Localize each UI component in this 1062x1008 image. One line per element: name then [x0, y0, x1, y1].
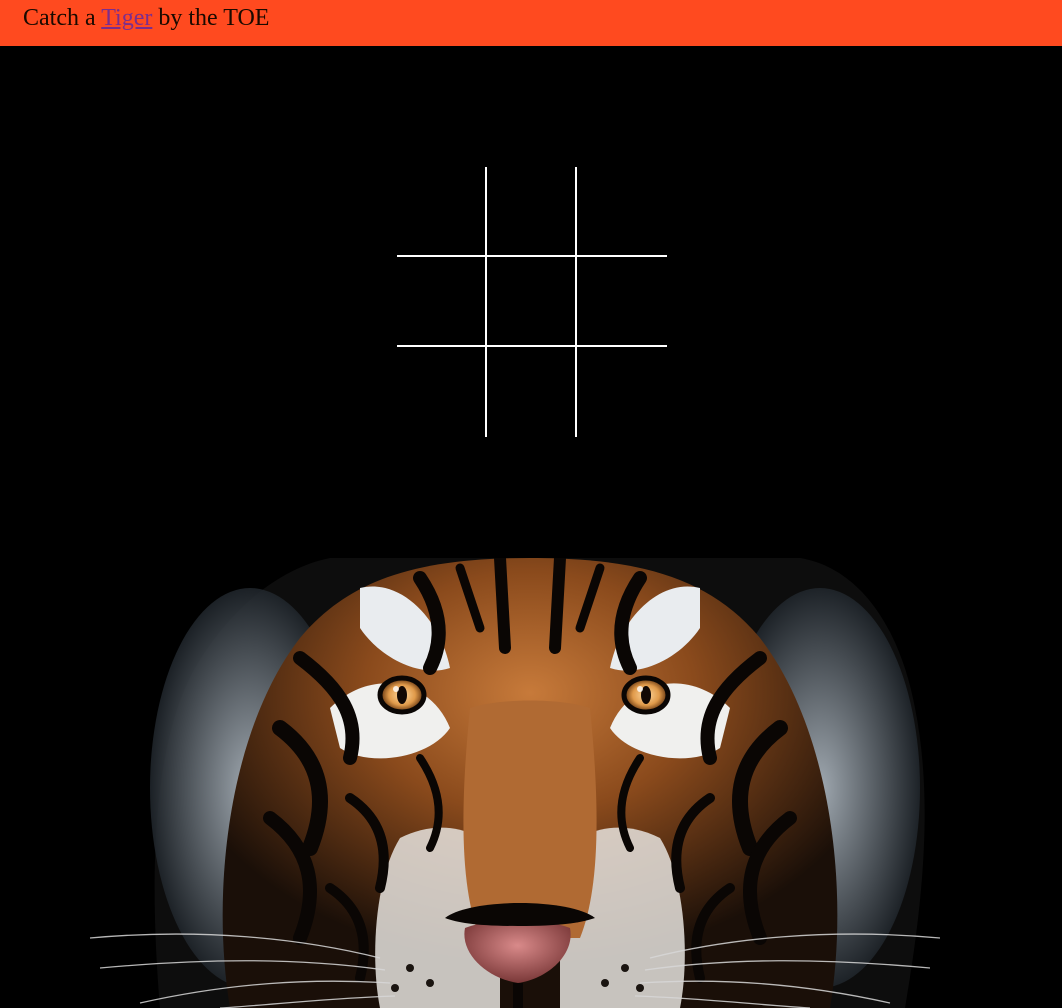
board-cell-4[interactable]	[397, 257, 487, 347]
board-cell-5[interactable]	[487, 257, 577, 347]
board-cell-3[interactable]	[577, 167, 667, 257]
page-title: Catch a Tiger by the TOE	[23, 4, 269, 32]
tic-tac-toe-board	[397, 167, 667, 437]
board-cell-6[interactable]	[577, 257, 667, 347]
board-cell-7[interactable]	[397, 347, 487, 437]
tiger-link[interactable]: Tiger	[101, 5, 152, 31]
header-bar: Catch a Tiger by the TOE	[0, 0, 1062, 46]
board-cell-8[interactable]	[487, 347, 577, 437]
tiger-face-icon	[89, 558, 941, 1008]
board-cell-2[interactable]	[487, 167, 577, 257]
board-cell-9[interactable]	[577, 347, 667, 437]
title-suffix: by the TOE	[152, 5, 270, 31]
title-prefix: Catch a	[23, 5, 102, 31]
page: Catch a Tiger by the TOE	[0, 0, 1062, 1008]
tiger-image	[0, 558, 1062, 1008]
board-cell-1[interactable]	[397, 167, 487, 257]
